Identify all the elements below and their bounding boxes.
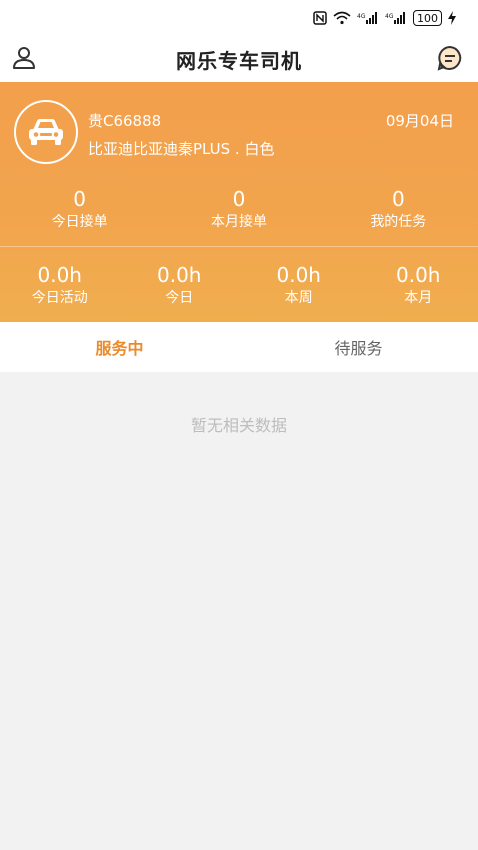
stat-label: 今日活动: [31, 290, 88, 306]
stat-label: 本月: [404, 290, 433, 306]
nfc-icon: [313, 11, 327, 25]
stat-month-orders[interactable]: 0 本月接单: [159, 186, 318, 246]
empty-state-text: 暂无相关数据: [190, 416, 287, 435]
wifi-icon: [333, 11, 351, 25]
order-tabs: 服务中 待服务: [0, 322, 478, 372]
stat-week-hours: 0.0h 本周: [239, 262, 359, 318]
stat-value: 0: [391, 187, 405, 211]
order-stats: 0 今日接单 0 本月接单 0 我的任务: [0, 186, 478, 246]
stat-value: 0.0h: [276, 263, 321, 287]
signal-4g-icon-2: 4G: [385, 11, 407, 25]
stat-label: 本周: [284, 290, 313, 306]
status-bar: 4G 4G 100: [0, 0, 478, 36]
page-title: 网乐专车司机: [176, 48, 302, 73]
stat-today-activity: 0.0h 今日活动: [0, 262, 120, 318]
user-icon[interactable]: [10, 44, 38, 72]
battery-indicator: 100: [413, 10, 442, 26]
current-date: 09月04日: [385, 112, 454, 130]
stat-value: 0: [232, 187, 246, 211]
stat-label: 我的任务: [370, 214, 427, 230]
license-plate: 贵C66888: [88, 112, 162, 130]
message-icon[interactable]: [436, 44, 464, 72]
stat-value: 0.0h: [396, 263, 441, 287]
stat-value: 0: [73, 187, 87, 211]
tab-pending-service[interactable]: 待服务: [239, 322, 478, 372]
svg-text:4G: 4G: [385, 13, 394, 20]
stat-today-orders[interactable]: 0 今日接单: [0, 186, 159, 246]
stat-label: 本月接单: [210, 214, 267, 230]
stat-today-hours: 0.0h 今日: [120, 262, 240, 318]
app-header: 网乐专车司机: [0, 36, 478, 82]
stats-divider: [0, 246, 478, 247]
stat-my-tasks[interactable]: 0 我的任务: [319, 186, 478, 246]
tab-in-service[interactable]: 服务中: [0, 322, 239, 372]
car-icon: [14, 100, 78, 164]
charging-icon: [448, 11, 456, 25]
stat-value: 0.0h: [37, 263, 82, 287]
hour-stats: 0.0h 今日活动 0.0h 今日 0.0h 本周 0.0h 本月: [0, 262, 478, 318]
driver-info-card: 贵C66888 比亚迪比亚迪秦PLUS . 白色 09月04日 0 今日接单 0…: [0, 82, 478, 322]
signal-4g-icon: 4G: [357, 11, 379, 25]
stat-month-hours: 0.0h 本月: [359, 262, 478, 318]
svg-text:4G: 4G: [357, 13, 366, 20]
stat-label: 今日: [165, 290, 194, 306]
stat-label: 今日接单: [51, 214, 108, 230]
stat-value: 0.0h: [157, 263, 202, 287]
vehicle-model: 比亚迪比亚迪秦PLUS . 白色: [88, 140, 275, 158]
